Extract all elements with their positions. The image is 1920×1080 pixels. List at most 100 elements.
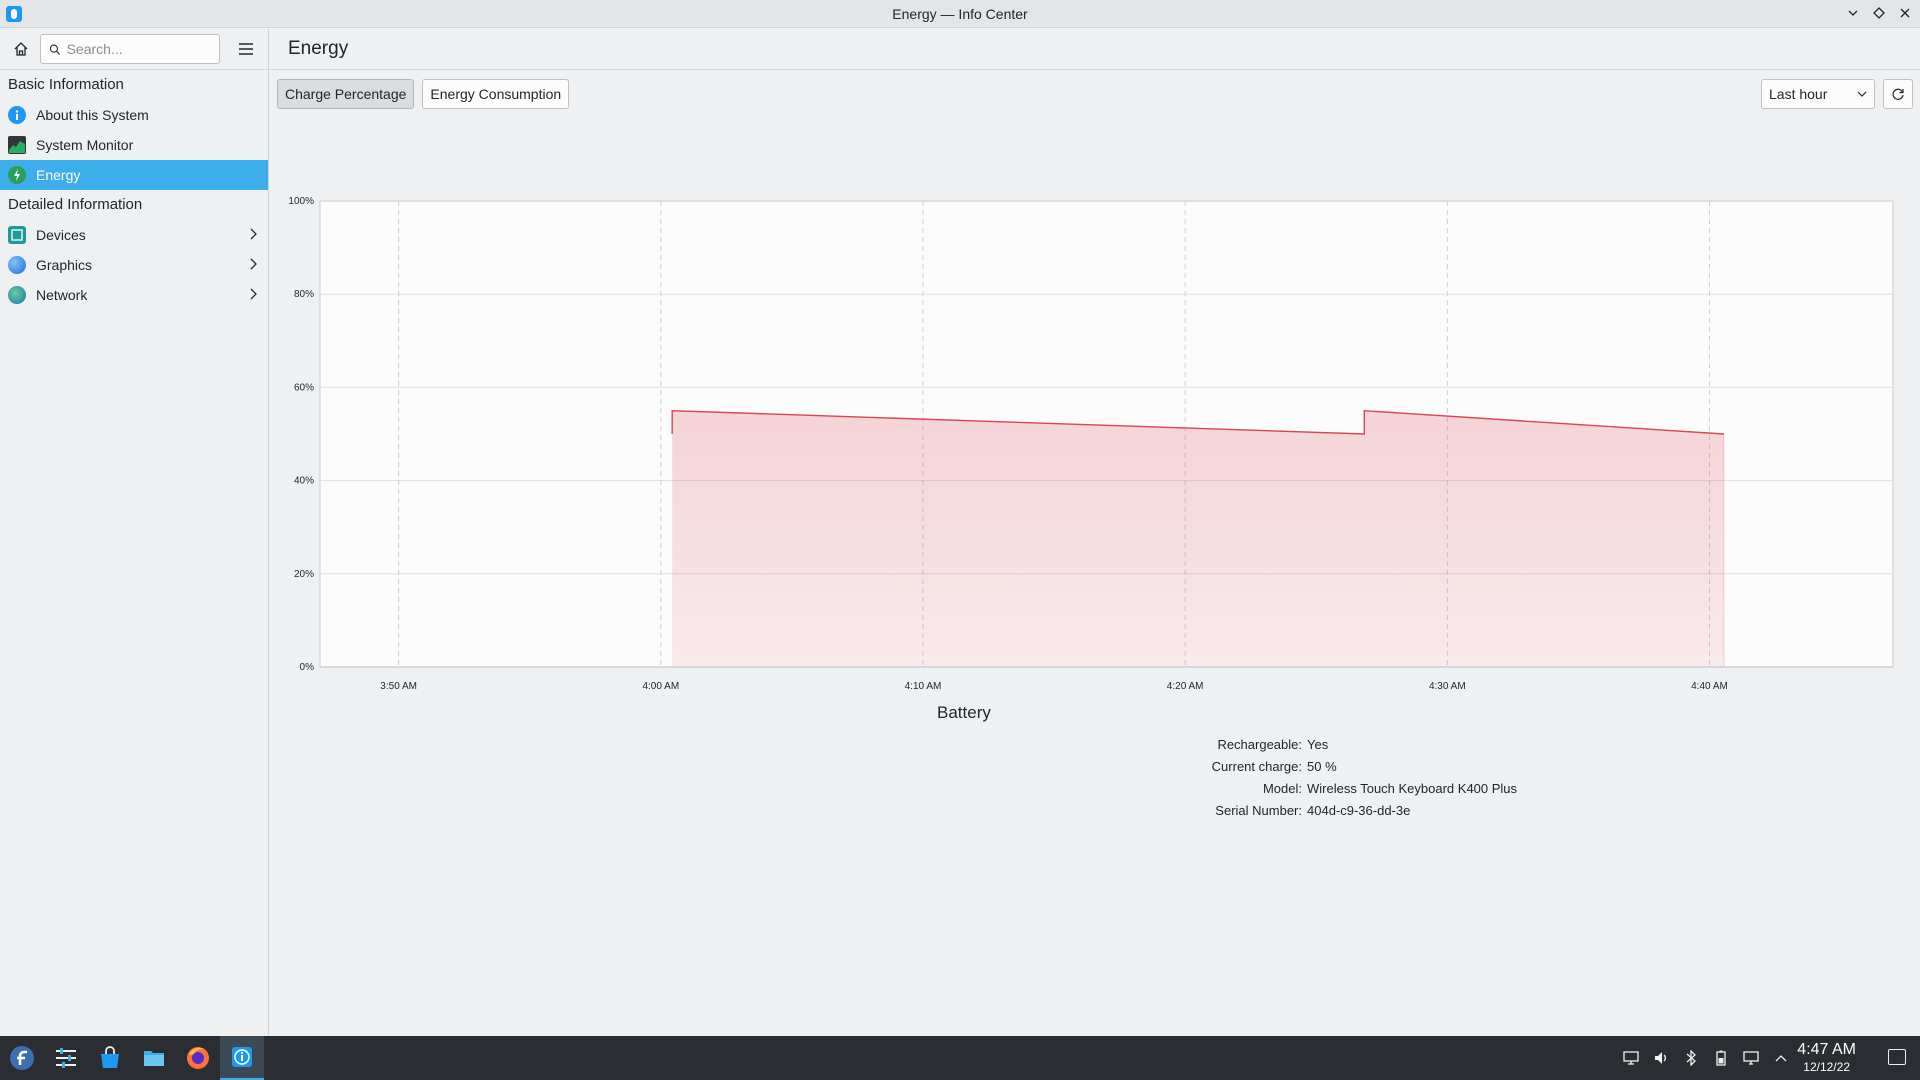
sidebar-toolbar	[0, 29, 268, 70]
close-icon	[1900, 8, 1910, 18]
energy-icon	[8, 166, 26, 184]
battery-row-current-charge: Current charge: 50 %	[270, 759, 1920, 781]
y-tick-label: 80%	[294, 289, 314, 300]
y-tick-label: 0%	[300, 662, 315, 673]
devices-icon	[8, 226, 26, 244]
battery-key: Serial Number:	[1215, 803, 1302, 818]
hamburger-menu-icon	[239, 43, 253, 55]
chevron-right-icon	[250, 228, 257, 240]
charge-chart-svg: 0% 20% 40% 60% 80% 100% 3:50 AM 4:00 AM 4:10 AM 4…	[288, 196, 1894, 692]
search-icon	[49, 44, 61, 55]
window-title: Energy — Info Center	[892, 5, 1028, 22]
sidebar-item-label: Network	[36, 287, 88, 303]
graphics-icon	[8, 256, 26, 274]
expand-tray-button[interactable]	[1772, 1049, 1790, 1067]
display-tray-button[interactable]	[1622, 1049, 1640, 1067]
fedora-launcher-icon	[10, 1046, 34, 1070]
y-tick-label: 20%	[294, 569, 314, 580]
network-icon	[8, 286, 26, 304]
system-settings-button[interactable]	[44, 1036, 88, 1080]
battery-row-rechargeable: Rechargeable: Yes	[270, 737, 1920, 759]
battery-key: Current charge:	[1211, 759, 1302, 774]
volume-tray-button[interactable]	[1652, 1049, 1670, 1067]
file-manager-icon	[144, 1051, 164, 1066]
x-tick-label: 4:30 AM	[1429, 681, 1466, 692]
network-icon	[1743, 1051, 1759, 1065]
time-range-value: Last hour	[1769, 86, 1828, 102]
system-settings-icon	[56, 1048, 76, 1068]
window-titlebar: Energy — Info Center	[0, 0, 1920, 28]
digital-clock[interactable]: 4:47 AM 12/12/22	[1797, 1040, 1856, 1074]
search-field[interactable]	[40, 34, 220, 64]
hamburger-menu-button[interactable]	[232, 35, 260, 63]
info-center-task-button[interactable]	[220, 1036, 264, 1080]
x-tick-label: 4:10 AM	[905, 681, 942, 692]
window-controls	[1844, 4, 1914, 22]
network-tray-button[interactable]	[1742, 1049, 1760, 1067]
charge-chart: 0% 20% 40% 60% 80% 100% 3:50 AM 4:00 AM 4:10 AM 4…	[270, 159, 1920, 719]
info-icon	[8, 106, 26, 124]
x-tick-label: 3:50 AM	[380, 681, 417, 692]
battery-value: 50 %	[1307, 759, 1337, 774]
chevron-right-icon	[250, 288, 257, 300]
chevron-down-icon	[1848, 10, 1858, 16]
close-button[interactable]	[1896, 4, 1914, 22]
x-tick-label: 4:00 AM	[642, 681, 679, 692]
firefox-icon	[187, 1047, 209, 1069]
battery-row-model: Model: Wireless Touch Keyboard K400 Plus	[270, 781, 1920, 803]
y-tick-label: 40%	[294, 476, 314, 487]
search-input[interactable]	[66, 41, 211, 57]
battery-heading: Battery	[937, 703, 991, 722]
discover-store-icon	[101, 1046, 119, 1068]
sidebar-item-devices[interactable]: Devices	[0, 220, 268, 250]
sidebar-item-label: Graphics	[36, 257, 93, 273]
firefox-button[interactable]	[176, 1036, 220, 1080]
sidebar-item-system-monitor[interactable]: System Monitor	[0, 130, 268, 160]
chevron-right-icon	[250, 258, 257, 270]
section-basic-information: Basic Information	[8, 76, 124, 93]
show-desktop-button[interactable]	[1888, 1049, 1906, 1065]
sidebar-item-network[interactable]: Network	[0, 280, 268, 310]
chevron-down-icon	[1857, 91, 1867, 97]
battery-value: Yes	[1307, 737, 1329, 752]
tab-charge-percentage[interactable]: Charge Percentage	[277, 79, 415, 109]
charge-area-fill	[672, 410, 1724, 667]
minimize-button[interactable]	[1844, 4, 1862, 22]
home-button[interactable]	[8, 36, 34, 62]
battery-key: Model:	[1262, 781, 1302, 796]
refresh-button[interactable]	[1883, 79, 1913, 109]
fedora-launcher-button[interactable]	[0, 1036, 44, 1080]
battery-row-serial-number: Serial Number: 404d-c9-36-dd-3e	[270, 803, 1920, 825]
sidebar-item-graphics[interactable]: Graphics	[0, 250, 268, 280]
section-detailed-information: Detailed Information	[8, 196, 143, 213]
info-center-icon	[232, 1047, 252, 1067]
system-monitor-icon	[8, 136, 26, 154]
bluetooth-tray-button[interactable]	[1682, 1049, 1700, 1067]
sidebar: Basic Information About this System Syst…	[0, 29, 269, 1035]
refresh-icon	[1892, 88, 1904, 100]
y-tick-label: 60%	[294, 382, 314, 393]
bluetooth-icon	[1686, 1050, 1696, 1066]
clock-time: 4:47 AM	[1797, 1041, 1856, 1058]
volume-icon	[1655, 1052, 1666, 1064]
battery-value: 404d-c9-36-dd-3e	[1307, 803, 1411, 818]
sidebar-item-label: Devices	[36, 227, 86, 243]
sidebar-item-about-this-system[interactable]: About this System	[0, 100, 268, 130]
file-manager-button[interactable]	[132, 1036, 176, 1080]
expand-tray-icon	[1775, 1055, 1787, 1062]
y-tick-label: 100%	[288, 196, 314, 207]
sidebar-item-energy[interactable]: Energy	[0, 160, 268, 190]
info-center-app-icon[interactable]	[6, 6, 22, 22]
time-range-dropdown[interactable]: Last hour	[1761, 79, 1875, 109]
battery-tray-button[interactable]	[1712, 1049, 1730, 1067]
system-tray	[1622, 1036, 1790, 1080]
page-title: Energy	[270, 29, 1920, 70]
maximize-button[interactable]	[1870, 4, 1888, 22]
sidebar-item-label: About this System	[36, 107, 149, 123]
battery-value: Wireless Touch Keyboard K400 Plus	[1307, 781, 1518, 796]
tab-energy-consumption[interactable]: Energy Consumption	[422, 79, 570, 109]
diamond-icon	[1873, 7, 1885, 19]
discover-store-button[interactable]	[88, 1036, 132, 1080]
battery-icon	[1716, 1050, 1726, 1066]
x-tick-label: 4:20 AM	[1167, 681, 1204, 692]
